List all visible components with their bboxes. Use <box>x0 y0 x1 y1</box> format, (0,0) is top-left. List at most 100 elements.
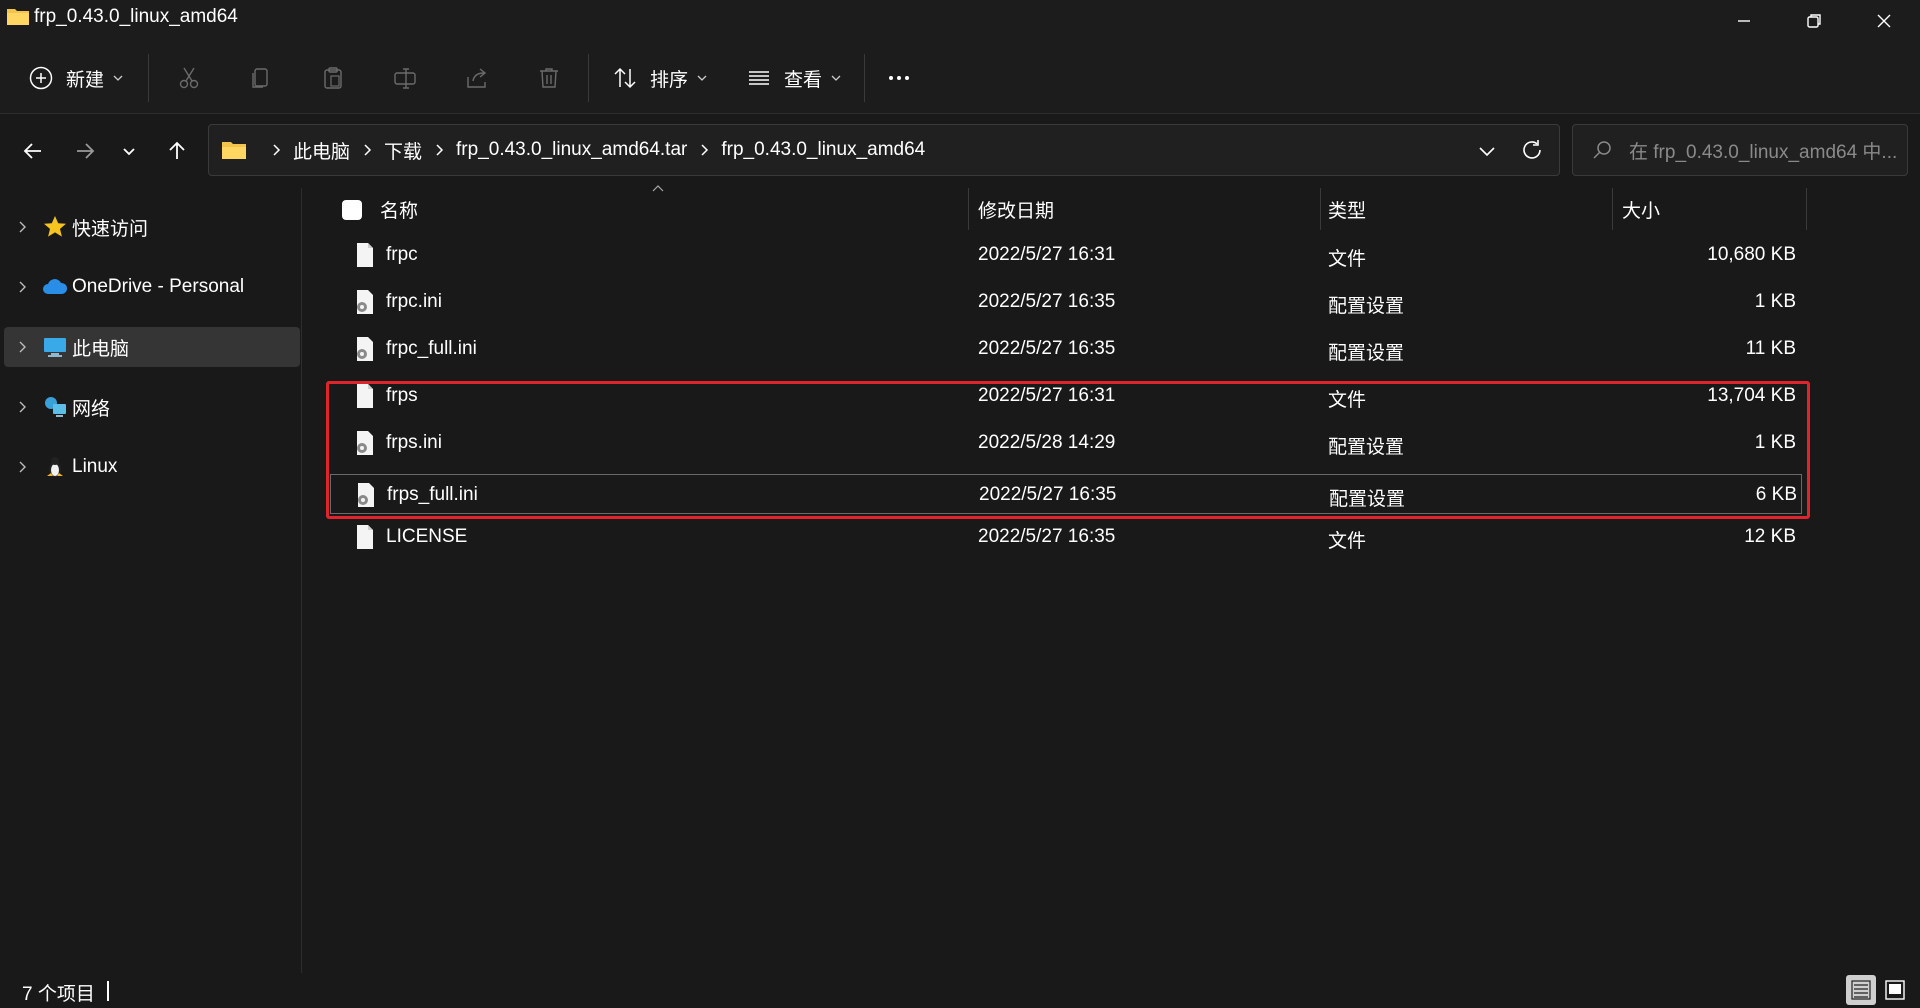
close-button[interactable] <box>1848 0 1920 42</box>
sidebar-item-this-pc[interactable]: 此电脑 <box>4 327 300 367</box>
delete-icon <box>540 68 558 88</box>
sidebar-item-linux[interactable]: Linux <box>4 447 300 487</box>
breadcrumb-this-pc[interactable]: 此电脑 <box>293 137 350 164</box>
cloud-icon <box>43 279 68 294</box>
minimize-button[interactable] <box>1708 0 1780 42</box>
file-icon <box>357 384 373 408</box>
title-bar: frp_0.43.0_linux_amd64 <box>0 0 1920 42</box>
sort-button[interactable]: 排序 <box>612 56 708 100</box>
tiles-view-icon <box>1885 980 1905 1000</box>
address-dropdown-icon[interactable] <box>1475 139 1499 163</box>
more-options-button[interactable] <box>886 56 912 100</box>
column-header-type[interactable]: 类型 <box>1328 188 1608 230</box>
file-date: 2022/5/27 16:35 <box>978 291 1116 312</box>
delete-button[interactable] <box>536 56 562 100</box>
breadcrumb-tar[interactable]: frp_0.43.0_linux_amd64.tar <box>456 139 687 161</box>
breadcrumb-separator-icon <box>436 144 444 156</box>
table-row[interactable]: frpc.ini 2022/5/27 16:35 配置设置 1 KB <box>330 279 1810 325</box>
paste-button[interactable] <box>320 56 346 100</box>
forward-button[interactable] <box>68 134 102 168</box>
table-row[interactable]: LICENSE 2022/5/27 16:35 文件 12 KB <box>330 514 1810 560</box>
chevron-right-icon <box>19 401 26 413</box>
navigation-bar: 此电脑 下载 frp_0.43.0_linux_amd64.tar frp_0.… <box>0 114 1920 188</box>
config-file-icon <box>357 431 373 455</box>
column-divider[interactable] <box>1612 188 1613 230</box>
sort-label: 排序 <box>650 69 689 91</box>
sidebar-item-quick-access[interactable]: 快速访问 <box>4 207 300 247</box>
view-label: 查看 <box>784 69 823 91</box>
breadcrumb-separator-icon <box>273 144 281 156</box>
file-type: 配置设置 <box>1328 296 1405 317</box>
command-bar: 新建 排序 查看 <box>0 42 1920 114</box>
navigation-pane: 快速访问 OneDrive - Personal 此电脑 网络 Linux <box>0 188 302 973</box>
paste-icon <box>324 67 342 89</box>
table-row[interactable]: frpc 2022/5/27 16:31 文件 10,680 KB <box>330 232 1810 278</box>
rename-icon <box>394 68 416 89</box>
chevron-down-icon <box>697 75 707 81</box>
search-icon <box>1593 141 1611 159</box>
file-name: frpc_full.ini <box>386 338 477 359</box>
column-header-label: 大小 <box>1622 200 1661 222</box>
share-button[interactable] <box>464 56 490 100</box>
up-button[interactable] <box>160 134 194 168</box>
view-button[interactable]: 查看 <box>746 56 842 100</box>
table-row[interactable]: frps.ini 2022/5/28 14:29 配置设置 1 KB <box>330 420 1810 466</box>
window-title: frp_0.43.0_linux_amd64 <box>34 6 238 27</box>
recent-locations-button[interactable] <box>112 134 146 168</box>
toolbar-divider <box>148 54 149 102</box>
chevron-right-icon <box>19 341 26 353</box>
table-row[interactable]: frps 2022/5/27 16:31 文件 13,704 KB <box>330 373 1810 419</box>
copy-button[interactable] <box>248 56 274 100</box>
column-divider[interactable] <box>1806 188 1807 230</box>
file-type: 文件 <box>1328 531 1367 552</box>
cut-button[interactable] <box>176 56 202 100</box>
sidebar-item-label: 此电脑 <box>72 338 130 360</box>
file-size: 13,704 KB <box>1707 385 1796 406</box>
toolbar-divider <box>864 54 865 102</box>
file-size: 12 KB <box>1744 526 1796 547</box>
more-icon <box>889 76 909 80</box>
breadcrumb-current-folder[interactable]: frp_0.43.0_linux_amd64 <box>721 139 925 161</box>
folder-icon <box>222 142 246 159</box>
address-bar[interactable]: 此电脑 下载 frp_0.43.0_linux_amd64.tar frp_0.… <box>208 124 1560 176</box>
table-row[interactable]: frpc_full.ini 2022/5/27 16:35 配置设置 11 KB <box>330 326 1810 372</box>
chevron-right-icon <box>19 221 26 233</box>
sidebar-item-network[interactable]: 网络 <box>4 387 300 427</box>
restore-button[interactable] <box>1778 0 1850 42</box>
back-button[interactable] <box>16 134 50 168</box>
sidebar-item-onedrive[interactable]: OneDrive - Personal <box>4 267 300 307</box>
arrow-right-icon <box>77 143 95 159</box>
file-date: 2022/5/27 16:31 <box>978 385 1116 406</box>
file-size: 11 KB <box>1745 338 1796 359</box>
details-view-icon <box>1851 980 1871 1000</box>
breadcrumb-downloads[interactable]: 下载 <box>384 137 422 164</box>
column-header-name[interactable]: 名称 <box>380 188 890 230</box>
column-divider[interactable] <box>968 188 969 230</box>
rename-button[interactable] <box>392 56 418 100</box>
file-size: 10,680 KB <box>1707 244 1796 265</box>
table-row[interactable]: frps_full.ini 2022/5/27 16:35 配置设置 6 KB <box>330 474 1802 514</box>
file-size: 1 KB <box>1754 432 1796 453</box>
column-header-date[interactable]: 修改日期 <box>978 188 1318 230</box>
column-header-size[interactable]: 大小 <box>1622 188 1802 230</box>
arrow-left-icon <box>23 143 41 159</box>
file-icon <box>357 525 373 549</box>
file-type: 配置设置 <box>1328 343 1405 364</box>
file-date: 2022/5/27 16:35 <box>979 484 1117 505</box>
new-button[interactable]: 新建 <box>28 56 124 100</box>
tiles-view-button[interactable] <box>1880 975 1910 1005</box>
search-input[interactable]: 在 frp_0.43.0_linux_amd64 中... <box>1572 124 1908 176</box>
column-divider[interactable] <box>1320 188 1321 230</box>
chevron-down-icon <box>113 75 123 81</box>
share-icon <box>467 68 487 88</box>
refresh-icon[interactable] <box>1519 137 1545 163</box>
file-type: 配置设置 <box>1329 489 1406 510</box>
copy-icon <box>252 68 268 88</box>
sidebar-item-label: OneDrive - Personal <box>72 276 245 297</box>
new-label: 新建 <box>66 69 105 91</box>
breadcrumb-separator-icon <box>701 144 709 156</box>
star-icon <box>44 216 66 237</box>
cut-icon <box>179 67 199 89</box>
details-view-button[interactable] <box>1846 975 1876 1005</box>
select-all-checkbox[interactable] <box>342 200 362 220</box>
